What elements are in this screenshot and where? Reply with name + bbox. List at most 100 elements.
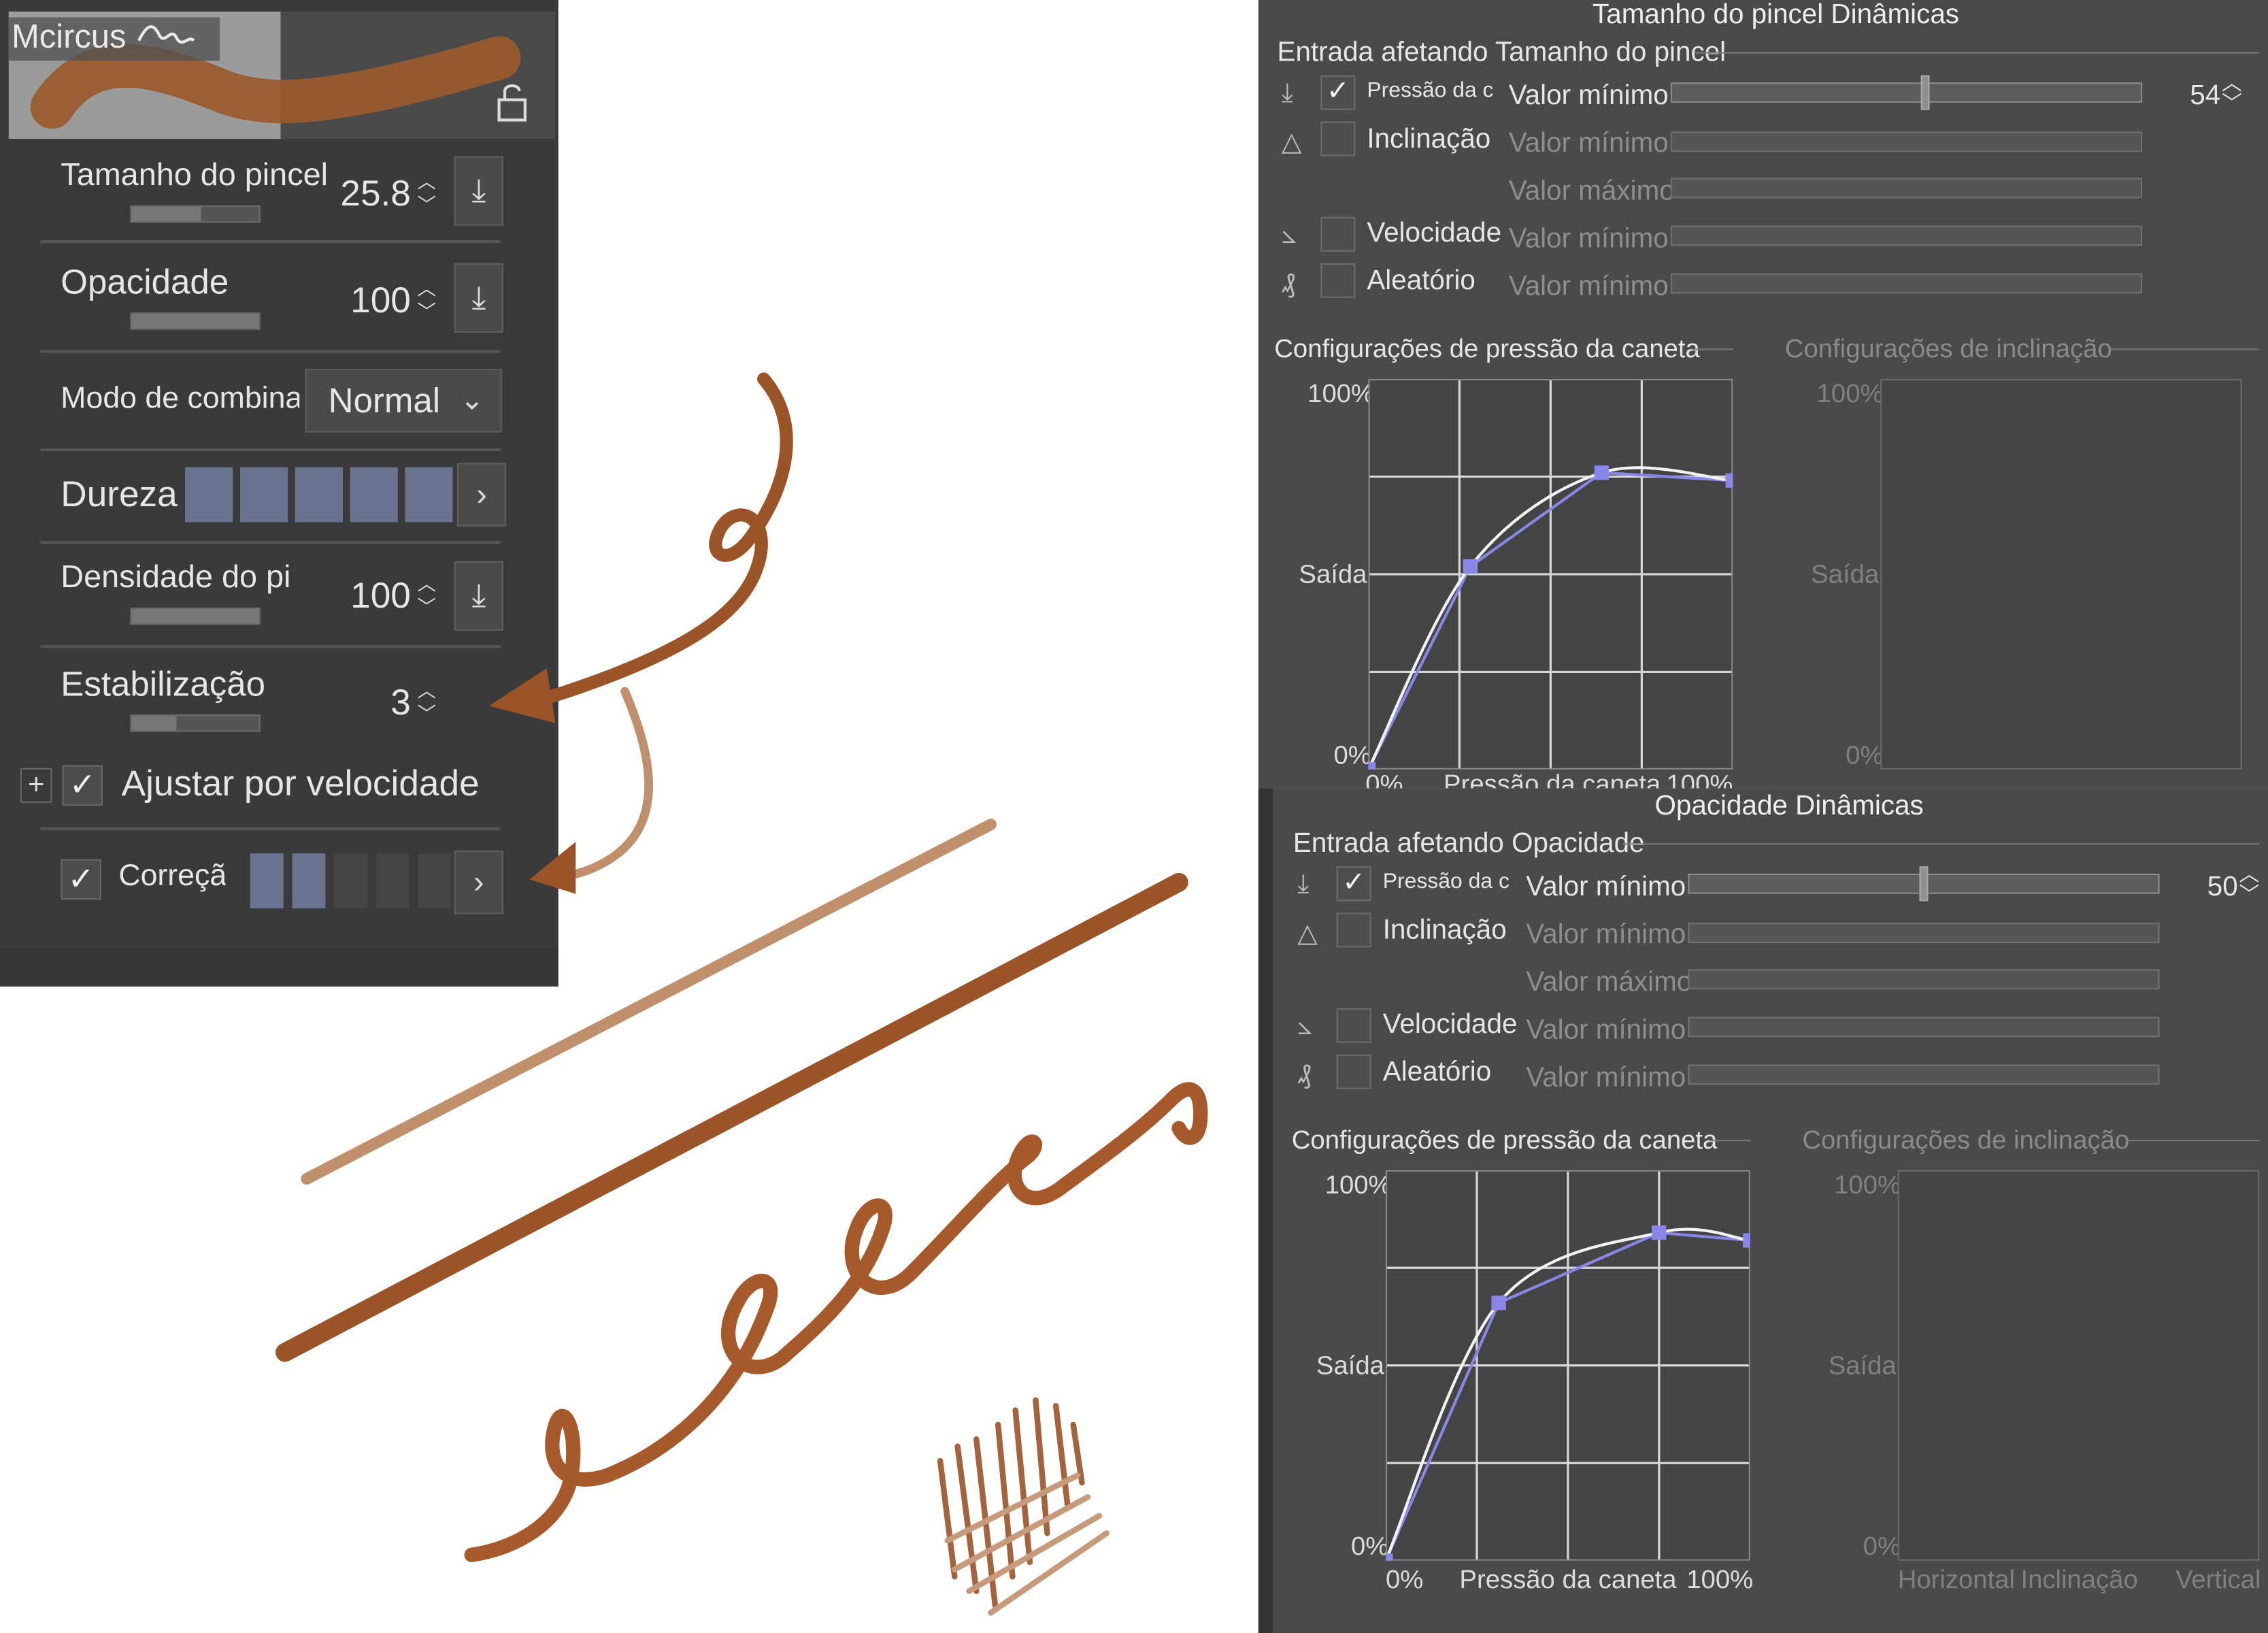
opacity-tilt-param-max: Valor máximo xyxy=(1526,968,1692,998)
opacity-tilt-min-slider[interactable] xyxy=(1688,923,2160,944)
opacity-pressure-param: Valor mínimo xyxy=(1526,872,1686,903)
size-pressure-value[interactable]: 54 xyxy=(2190,81,2220,113)
velocity-icon: ⦣ xyxy=(1281,220,1297,249)
curve-control-point xyxy=(1368,762,1376,770)
opacity-velocity-slider[interactable] xyxy=(1688,1017,2160,1038)
curve-control-point xyxy=(1652,1225,1667,1240)
opacity-input-section-label: Entrada afetando Opacidade xyxy=(1293,829,1645,859)
section-line xyxy=(1695,52,2260,54)
stroke-loops xyxy=(464,1082,1208,1562)
size-tilt-param-max: Valor máximo xyxy=(1508,176,1675,207)
size-pressure-curve-graph[interactable] xyxy=(1368,378,1733,770)
curve-control-point xyxy=(1594,465,1610,480)
size-tilt-checkbox[interactable] xyxy=(1320,121,1356,156)
pen-pressure-icon: ⤓ xyxy=(1297,869,1310,899)
section-line xyxy=(1692,348,1733,350)
opacity-pressure-label: Pressão da can xyxy=(1382,869,1510,894)
y-axis-top-label: 100% xyxy=(1324,1170,1392,1200)
size-tilt-min-slider[interactable] xyxy=(1670,131,2143,152)
opacity-velocity-param: Valor mínimo xyxy=(1526,1015,1686,1046)
tilt-y-mid-label: Saída xyxy=(1828,1351,1897,1381)
opacity-dynamics-panel: Opacidade Dinâmicas Entrada afetando Opa… xyxy=(1258,788,2268,1633)
size-tilt-max-slider[interactable] xyxy=(1670,178,2143,199)
tilt-y-bottom-label: 0% xyxy=(1863,1532,1901,1561)
y-axis-bottom-label: 0% xyxy=(1350,1532,1389,1561)
size-random-slider[interactable] xyxy=(1670,273,2143,294)
annotation-strokes xyxy=(276,372,1208,1616)
opacity-tilt-max-slider[interactable] xyxy=(1688,969,2160,990)
section-line xyxy=(2109,348,2260,350)
size-pressure-spinner[interactable]: ︿ ﹀ xyxy=(2222,72,2242,113)
size-dynamics-title: Tamanho do pincel Dinâmicas xyxy=(1592,0,1960,31)
opacity-pressure-curve-graph[interactable] xyxy=(1385,1170,1750,1561)
opacity-pressure-checkbox[interactable]: ✓ xyxy=(1336,866,1371,902)
size-input-section-label: Entrada afetando Tamanho do pincel xyxy=(1277,37,1727,68)
size-tilt-label: Inclinação xyxy=(1367,124,1491,155)
size-velocity-param: Valor mínimo xyxy=(1508,224,1669,255)
random-icon: ₰ xyxy=(1297,1060,1312,1089)
annotation-arrowhead-correction xyxy=(529,842,576,894)
opacity-random-label: Aleatório xyxy=(1382,1057,1492,1088)
pen-pressure-icon: ⤓ xyxy=(1281,78,1293,108)
x-axis-mid-label: Pressão da caneta xyxy=(1459,1565,1677,1594)
curve-control-point xyxy=(1743,1233,1750,1248)
opacity-pressure-spinner[interactable]: ︿ ﹀ xyxy=(2239,863,2260,904)
y-axis-mid-label: Saída xyxy=(1299,559,1367,589)
stroke-line-light xyxy=(301,819,997,1185)
section-line xyxy=(2126,1140,2260,1142)
opacity-random-param: Valor mínimo xyxy=(1526,1063,1686,1094)
y-axis-top-label: 100% xyxy=(1307,378,1375,408)
random-icon: ₰ xyxy=(1281,269,1295,298)
tilt-y-top-label: 100% xyxy=(1816,378,1884,408)
annotation-arrowhead-stabilization xyxy=(488,668,556,723)
y-axis-mid-label: Saída xyxy=(1316,1351,1384,1381)
size-random-param: Valor mínimo xyxy=(1508,271,1669,303)
opacity-tilt-settings-label: Configurações de inclinação xyxy=(1802,1125,2130,1155)
opacity-random-slider[interactable] xyxy=(1688,1064,2160,1085)
tilt-x-right-label: Vertical xyxy=(2175,1565,2261,1594)
size-tilt-settings-label: Configurações de inclinação xyxy=(1784,334,2112,363)
velocity-icon: ⦣ xyxy=(1297,1010,1313,1040)
size-tilt-param-min: Valor mínimo xyxy=(1508,129,1669,159)
size-tilt-curve-graph xyxy=(1880,378,2242,770)
opacity-velocity-checkbox[interactable] xyxy=(1336,1008,1371,1043)
opacity-pressure-value[interactable]: 50 xyxy=(2207,872,2238,904)
annotation-arrow-stabilization xyxy=(543,372,793,704)
size-random-label: Aleatório xyxy=(1367,266,1475,297)
size-velocity-checkbox[interactable] xyxy=(1320,216,1356,252)
opacity-random-checkbox[interactable] xyxy=(1336,1054,1371,1089)
size-pressure-checkbox[interactable]: ✓ xyxy=(1320,75,1356,110)
size-velocity-slider[interactable] xyxy=(1670,225,2143,246)
size-pressure-settings-label: Configurações de pressão da caneta xyxy=(1274,334,1700,363)
opacity-dynamics-title: Opacidade Dinâmicas xyxy=(1654,791,1924,822)
tilt-x-left-label: Horizontal xyxy=(1897,1565,2016,1594)
size-dynamics-panel: Tamanho do pincel Dinâmicas Entrada afet… xyxy=(1258,0,2268,798)
opacity-velocity-label: Velocidade xyxy=(1382,1009,1518,1040)
tilt-icon: △ xyxy=(1297,918,1318,948)
tilt-y-bottom-label: 0% xyxy=(1846,740,1884,770)
opacity-pressure-settings-label: Configurações de pressão da caneta xyxy=(1291,1125,1718,1155)
section-line xyxy=(1622,843,2260,845)
curve-control-point xyxy=(1463,559,1478,574)
section-line xyxy=(1710,1140,1750,1142)
size-pressure-slider[interactable] xyxy=(1670,82,2143,103)
curve-control-point xyxy=(1491,1296,1506,1310)
opacity-tilt-checkbox[interactable] xyxy=(1336,912,1371,948)
x-axis-left-label: 0% xyxy=(1385,1565,1424,1594)
panel-edge xyxy=(1258,788,1273,1633)
tilt-y-mid-label: Saída xyxy=(1811,559,1880,589)
tilt-x-mid-label: Inclinação xyxy=(2020,1565,2138,1594)
size-pressure-label: Pressão da can xyxy=(1367,78,1494,103)
size-velocity-label: Velocidade xyxy=(1367,218,1502,249)
size-pressure-param: Valor mínimo xyxy=(1508,81,1669,112)
y-axis-bottom-label: 0% xyxy=(1333,740,1371,770)
tilt-icon: △ xyxy=(1281,127,1302,156)
size-pressure-slider-knob[interactable] xyxy=(1920,75,1930,110)
size-random-checkbox[interactable] xyxy=(1320,263,1356,298)
opacity-pressure-slider-knob[interactable] xyxy=(1919,866,1929,902)
stroke-hatching xyxy=(937,1397,1110,1616)
opacity-tilt-label: Inclinação xyxy=(1382,915,1507,946)
curve-control-point xyxy=(1725,473,1733,488)
curve-control-point xyxy=(1385,1553,1393,1561)
opacity-tilt-param-min: Valor mínimo xyxy=(1526,920,1686,951)
